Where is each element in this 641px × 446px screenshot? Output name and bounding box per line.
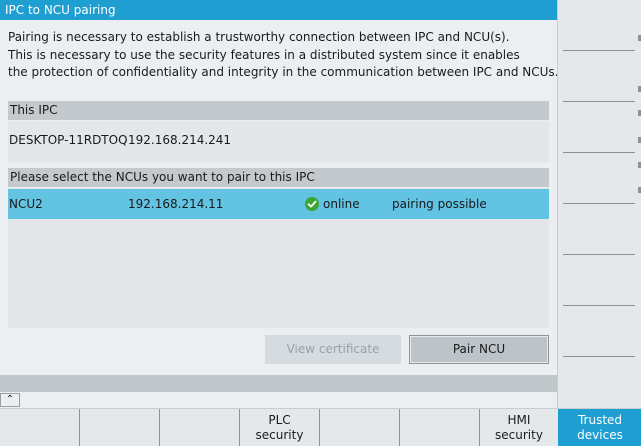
softkey-trusted-devices-line2: devices — [577, 428, 623, 442]
softkey-plc-security-line2: security — [255, 428, 304, 442]
ncu-row[interactable]: NCU2 192.168.214.11 online pairing possi… — [8, 189, 549, 219]
vertical-softkey-4[interactable] — [563, 203, 635, 204]
intro-line: Pairing is necessary to establish a trus… — [8, 30, 510, 44]
softkey-h2[interactable] — [79, 409, 159, 446]
ncu-status: online — [323, 197, 360, 211]
dialog-footer-strip — [0, 375, 557, 392]
this-ipc-panel: DESKTOP-11RDTOQ 192.168.214.241 — [8, 121, 549, 163]
intro-text: Pairing is necessary to establish a trus… — [8, 29, 559, 82]
ipc-address: 192.168.214.241 — [128, 133, 232, 147]
softkey-plc-security-line1: PLC — [268, 413, 291, 427]
softkey-h1[interactable] — [0, 409, 79, 446]
vertical-softkey-6[interactable] — [563, 305, 635, 306]
ncu-list: NCU2 192.168.214.11 online pairing possi… — [8, 188, 549, 328]
intro-line: the protection of confidentiality and in… — [8, 65, 559, 79]
ncu-address: 192.168.214.11 — [128, 197, 224, 211]
this-ipc-header: This IPC — [8, 101, 549, 120]
ncu-list-header: Please select the NCUs you want to pair … — [8, 168, 549, 187]
softkey-h5[interactable] — [319, 409, 399, 446]
ncu-pairing-state: pairing possible — [392, 197, 487, 211]
softkey-hmi-security[interactable]: HMI security — [479, 409, 558, 446]
view-certificate-button[interactable]: View certificate — [265, 335, 401, 364]
vertical-softkey-5[interactable] — [563, 254, 635, 255]
softkey-hmi-security-line1: HMI — [507, 413, 531, 427]
intro-line: This is necessary to use the security fe… — [8, 47, 520, 62]
dialog-title: IPC to NCU pairing — [0, 0, 557, 20]
pair-ncu-button[interactable]: Pair NCU — [409, 335, 549, 364]
ipc-name: DESKTOP-11RDTOQ — [9, 133, 128, 147]
vertical-softkey-bar — [557, 0, 641, 408]
softkey-h6[interactable] — [399, 409, 479, 446]
vertical-softkey-3[interactable] — [563, 152, 635, 153]
ncu-name: NCU2 — [9, 197, 43, 211]
vertical-softkey-1[interactable] — [563, 50, 635, 51]
vertical-softkey-7[interactable] — [563, 356, 635, 357]
pairing-dialog: IPC to NCU pairing Pairing is necessary … — [0, 0, 559, 392]
softkey-plc-security[interactable]: PLC security — [239, 409, 319, 446]
softkey-h3[interactable] — [159, 409, 239, 446]
vertical-softkey-2[interactable] — [563, 101, 635, 102]
softkey-trusted-devices-line1: Trusted — [577, 413, 623, 427]
check-circle-icon — [305, 197, 319, 211]
softkey-trusted-devices[interactable]: Trusted devices — [558, 409, 641, 446]
softkey-hmi-security-line2: security — [495, 428, 543, 442]
expand-arrow-icon[interactable]: ⌃ — [0, 393, 20, 407]
